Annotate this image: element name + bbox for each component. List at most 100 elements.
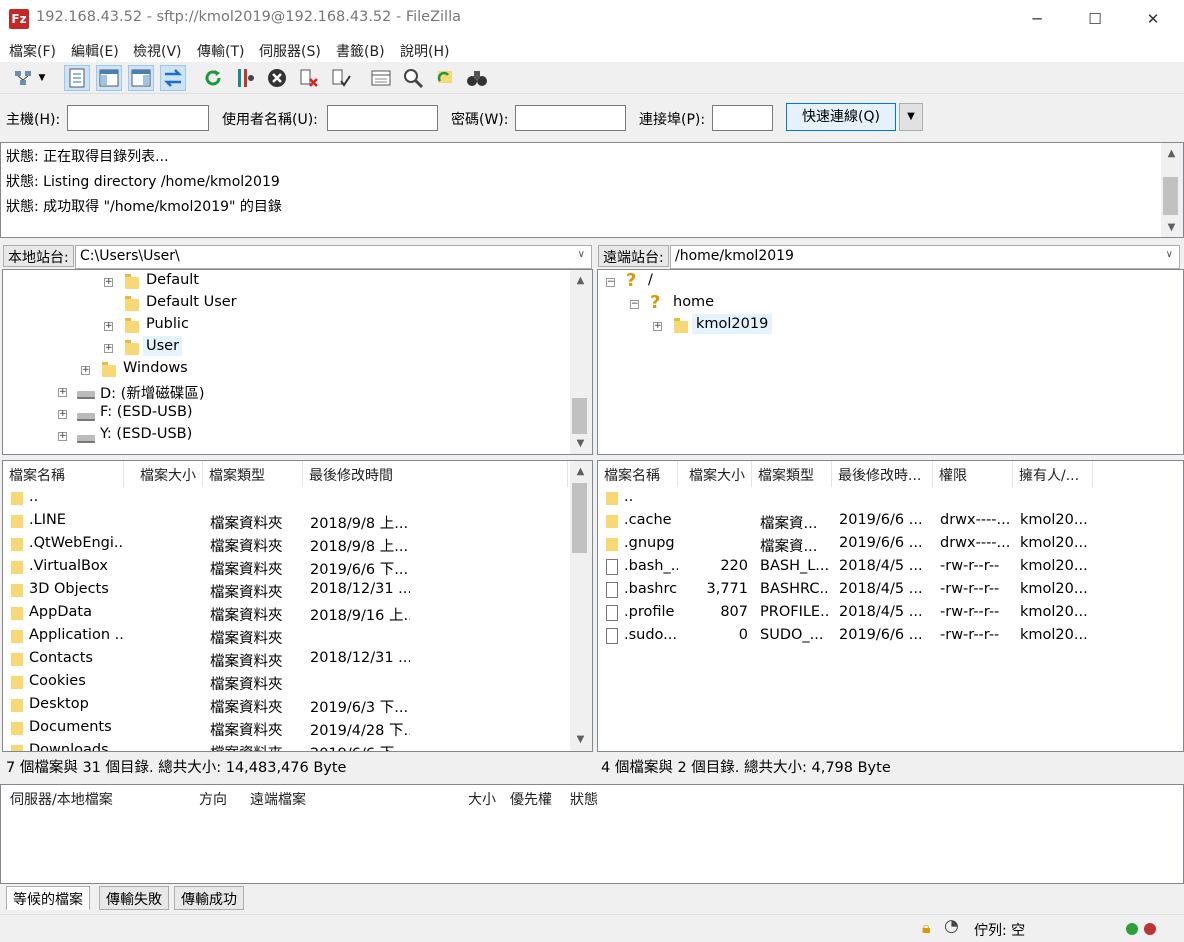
tree-node-windows[interactable]: Windows: [123, 360, 188, 376]
tree-node-drive-f[interactable]: F: (ESD-USB): [100, 404, 193, 420]
refresh-button[interactable]: [200, 65, 226, 91]
minimize-button[interactable]: ─: [1008, 0, 1066, 38]
table-row[interactable]: .bashrc 3,771 BASHRC... 2018/4/5 ... -rw-r--…: [598, 579, 1183, 602]
tree-expand-icon[interactable]: +: [104, 344, 113, 353]
table-row[interactable]: AppData 檔案資料夾 2018/9/16 上...: [3, 602, 592, 625]
table-row[interactable]: ..: [598, 487, 1183, 510]
column-header-modified[interactable]: 最後修改時...: [832, 461, 933, 487]
maximize-button[interactable]: ☐: [1066, 0, 1124, 38]
queue-header-status[interactable]: 狀態: [570, 789, 598, 809]
table-row[interactable]: Contacts 檔案資料夾 2018/12/31 ...: [3, 648, 592, 671]
toggle-remote-tree-button[interactable]: [128, 65, 154, 91]
tree-node-default[interactable]: Default: [146, 272, 199, 288]
tree-node-user[interactable]: User: [143, 336, 183, 356]
tree-expand-icon[interactable]: +: [58, 388, 67, 397]
tab-queued-files[interactable]: 等候的檔案: [6, 886, 90, 910]
tab-successful-transfers[interactable]: 傳輸成功: [174, 886, 244, 910]
host-input[interactable]: [67, 105, 209, 131]
search-files-button[interactable]: [400, 65, 426, 91]
tree-node-root[interactable]: /: [648, 272, 653, 288]
local-tree-scrollbar[interactable]: ▲ ▼: [570, 270, 592, 454]
sync-browsing-button[interactable]: [432, 65, 458, 91]
folder-icon: [11, 699, 23, 712]
queue-header-direction[interactable]: 方向: [199, 789, 227, 809]
table-row[interactable]: Application ... 檔案資料夾: [3, 625, 592, 648]
lock-icon[interactable]: 🔒︎: [922, 918, 931, 938]
reconnect-button[interactable]: [328, 65, 354, 91]
column-header-modified[interactable]: 最後修改時間: [303, 461, 568, 487]
folder-icon: [11, 492, 23, 505]
table-row[interactable]: .VirtualBox 檔案資料夾 2019/6/6 下...: [3, 556, 592, 579]
table-row[interactable]: .bash_... 220 BASH_L... 2018/4/5 ... -rw-r--…: [598, 556, 1183, 579]
table-row[interactable]: .cache 檔案資... 2019/6/6 ... drwx----... kmol2…: [598, 510, 1183, 533]
queue-header-size[interactable]: 大小: [468, 789, 496, 809]
column-header-filesize[interactable]: 檔案大小: [678, 461, 752, 487]
tree-node-public[interactable]: Public: [146, 316, 189, 332]
table-row[interactable]: 3D Objects 檔案資料夾 2018/12/31 ...: [3, 579, 592, 602]
speed-limit-icon[interactable]: ◔: [944, 916, 959, 936]
column-header-filetype[interactable]: 檔案類型: [752, 461, 832, 487]
table-row[interactable]: .QtWebEngi... 檔案資料夾 2018/9/8 上...: [3, 533, 592, 556]
quickconnect-history-dropdown[interactable]: ▼: [899, 103, 923, 131]
chevron-down-icon: ∨: [1165, 249, 1173, 260]
queue-header-priority[interactable]: 優先權: [510, 789, 552, 809]
table-row[interactable]: ..: [3, 487, 592, 510]
disconnect-button[interactable]: [296, 65, 322, 91]
tree-collapse-icon[interactable]: −: [606, 278, 615, 287]
username-input[interactable]: [327, 105, 438, 131]
table-row[interactable]: .gnupg 檔案資... 2019/6/6 ... drwx----... kmol2…: [598, 533, 1183, 556]
port-input[interactable]: [712, 105, 773, 131]
table-row[interactable]: .LINE 檔案資料夾 2018/9/8 上...: [3, 510, 592, 533]
tree-node-home[interactable]: home: [673, 294, 714, 310]
menu-view[interactable]: 檢視(V): [133, 41, 182, 61]
table-row[interactable]: Desktop 檔案資料夾 2019/6/3 下...: [3, 694, 592, 717]
tree-expand-icon[interactable]: +: [58, 410, 67, 419]
process-queue-button[interactable]: [232, 65, 258, 91]
queue-header-server-local[interactable]: 伺服器/本地檔案: [10, 789, 113, 809]
table-row[interactable]: Downloads 檔案資料夾 2019/6/6 下...: [3, 740, 592, 751]
menu-help[interactable]: 說明(H): [400, 41, 449, 61]
site-manager-button[interactable]: ▼: [6, 65, 52, 91]
menu-edit[interactable]: 編輯(E): [71, 41, 119, 61]
tree-expand-icon[interactable]: +: [653, 322, 662, 331]
menu-bookmarks[interactable]: 書籤(B): [336, 41, 385, 61]
column-header-owner[interactable]: 擁有人/...: [1013, 461, 1093, 487]
remote-path-combobox[interactable]: /home/kmol2019 ∨: [670, 245, 1180, 269]
menu-transfer[interactable]: 傳輸(T): [197, 41, 244, 61]
toggle-log-button[interactable]: [64, 65, 90, 91]
close-button[interactable]: ✕: [1124, 0, 1182, 38]
column-header-permissions[interactable]: 權限: [933, 461, 1013, 487]
menu-server[interactable]: 伺服器(S): [259, 41, 321, 61]
tree-collapse-icon[interactable]: −: [630, 300, 639, 309]
tab-failed-transfers[interactable]: 傳輸失敗: [99, 886, 169, 910]
tree-node-default-user[interactable]: Default User: [146, 294, 237, 310]
tree-node-drive-d[interactable]: D: (新增磁碟區): [100, 382, 204, 403]
table-row[interactable]: .profile 807 PROFILE... 2018/4/5 ... -rw-r--…: [598, 602, 1183, 625]
cancel-operation-button[interactable]: [264, 65, 290, 91]
cell-type: BASHRC...: [760, 581, 830, 597]
local-list-scrollbar[interactable]: ▲ ▼: [570, 461, 592, 751]
password-input[interactable]: [515, 105, 626, 131]
table-row[interactable]: Cookies 檔案資料夾: [3, 671, 592, 694]
tree-expand-icon[interactable]: +: [104, 322, 113, 331]
tree-expand-icon[interactable]: +: [58, 432, 67, 441]
tree-node-kmol2019[interactable]: kmol2019: [692, 314, 773, 334]
table-row[interactable]: .sudo... 0 SUDO_... 2019/6/6 ... -rw-r--r-- k…: [598, 625, 1183, 648]
column-header-filename[interactable]: 檔案名稱: [3, 461, 124, 487]
toggle-queue-button[interactable]: [160, 65, 186, 91]
tree-expand-icon[interactable]: +: [81, 366, 90, 375]
log-scrollbar[interactable]: ▲ ▼: [1161, 143, 1183, 237]
table-row[interactable]: Documents 檔案資料夾 2019/4/28 下...: [3, 717, 592, 740]
column-header-filetype[interactable]: 檔案類型: [203, 461, 303, 487]
directory-comparison-button[interactable]: [368, 65, 394, 91]
column-header-filename[interactable]: 檔案名稱: [598, 461, 678, 487]
local-path-combobox[interactable]: C:\Users\User\ ∨: [75, 245, 592, 269]
menu-file[interactable]: 檔案(F): [9, 41, 56, 61]
tree-node-drive-y[interactable]: Y: (ESD-USB): [100, 426, 192, 442]
toggle-local-tree-button[interactable]: [96, 65, 122, 91]
tree-expand-icon[interactable]: +: [104, 278, 113, 287]
queue-header-remote-file[interactable]: 遠端檔案: [250, 789, 306, 809]
column-header-filesize[interactable]: 檔案大小: [124, 461, 203, 487]
find-button[interactable]: [464, 65, 490, 91]
quickconnect-button[interactable]: 快速連線(Q): [786, 103, 896, 131]
